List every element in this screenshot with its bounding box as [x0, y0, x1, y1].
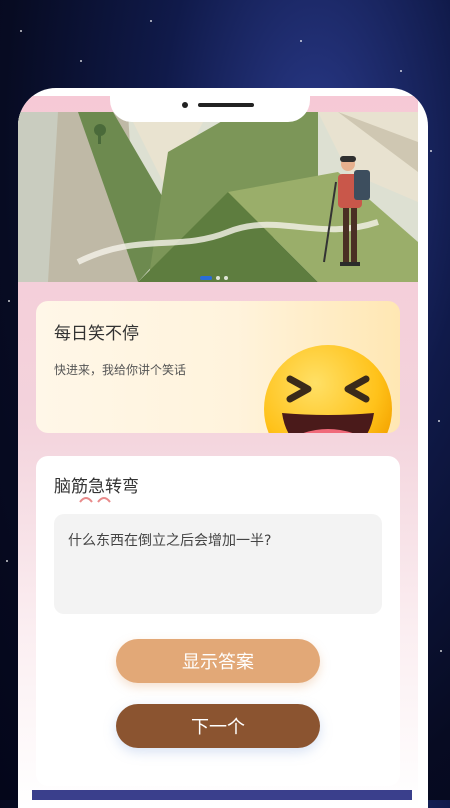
carousel-dot-active[interactable] [200, 276, 212, 280]
daily-joke-card[interactable]: 每日笑不停 快进来，我给你讲个笑话 [36, 301, 400, 433]
speaker-icon [198, 103, 254, 107]
camera-icon [182, 102, 188, 108]
carousel-dot[interactable] [224, 276, 228, 280]
next-riddle-button[interactable]: 下一个 [116, 704, 320, 748]
show-answer-button[interactable]: 显示答案 [116, 639, 320, 683]
question-box: 什么东西在倒立之后会增加一半? [54, 514, 382, 614]
joke-card-title: 每日笑不停 [54, 324, 139, 344]
laughing-emoji-icon [264, 345, 392, 433]
phone-notch [110, 88, 310, 122]
bottom-strip [32, 790, 412, 800]
carousel-dots [200, 276, 228, 280]
riddle-card: 脑筋急转弯 什么东西在倒立之后会增加一半? 显示答案 下一个 [36, 456, 400, 786]
title-decoration-icon [79, 497, 111, 503]
app-screen: 每日笑不停 快进来，我给你讲个笑话 脑筋急转弯 什么东西在倒立之后会增加一半? … [18, 96, 418, 808]
riddle-question: 什么东西在倒立之后会增加一半? [68, 533, 272, 549]
joke-card-subtitle: 快进来，我给你讲个笑话 [54, 363, 187, 377]
carousel-dot[interactable] [216, 276, 220, 280]
banner-illustration [18, 112, 418, 282]
banner-carousel[interactable] [18, 112, 418, 282]
phone-frame: 每日笑不停 快进来，我给你讲个笑话 脑筋急转弯 什么东西在倒立之后会增加一半? … [18, 88, 428, 808]
